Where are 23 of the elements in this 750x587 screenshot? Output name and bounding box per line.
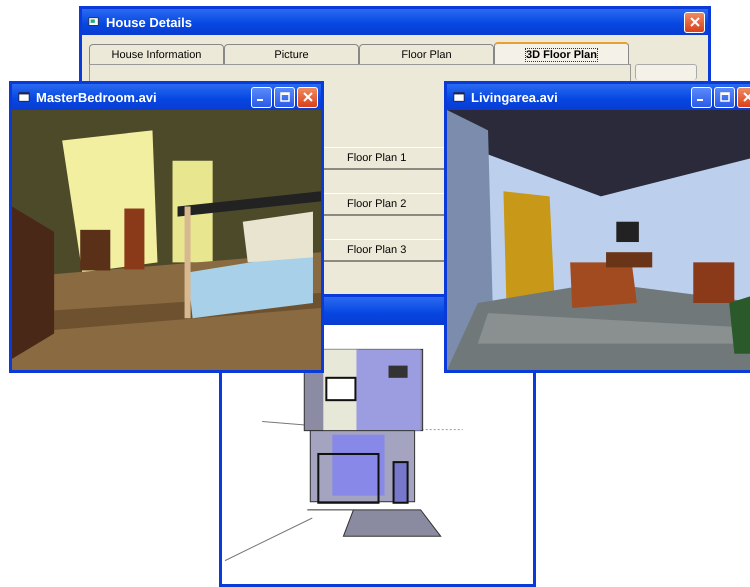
tab[interactable]: Floor Plan	[359, 44, 494, 64]
window-title: Livingarea.avi	[471, 90, 559, 104]
tab[interactable]: Picture	[224, 44, 359, 64]
close-icon	[302, 92, 312, 102]
close-button[interactable]	[684, 12, 705, 32]
maximize-icon	[720, 92, 730, 102]
maximize-icon	[280, 92, 290, 102]
close-icon	[742, 92, 750, 102]
maximize-button[interactable]	[274, 86, 295, 108]
minimize-button[interactable]	[691, 86, 712, 108]
minimize-icon	[257, 99, 263, 101]
window-icon	[453, 91, 465, 103]
tab[interactable]: 3D Floor Plan	[494, 42, 629, 65]
window-title: MasterBedroom.avi	[36, 90, 158, 104]
minimize-button[interactable]	[251, 86, 272, 108]
close-button[interactable]	[297, 86, 318, 108]
maximize-button[interactable]	[714, 86, 735, 108]
window-icon	[88, 16, 100, 28]
window-icon	[18, 91, 30, 103]
minimize-icon	[697, 99, 703, 101]
tab[interactable]: House Information	[89, 44, 224, 64]
window-title: House Details	[106, 14, 193, 30]
close-icon	[690, 17, 700, 27]
